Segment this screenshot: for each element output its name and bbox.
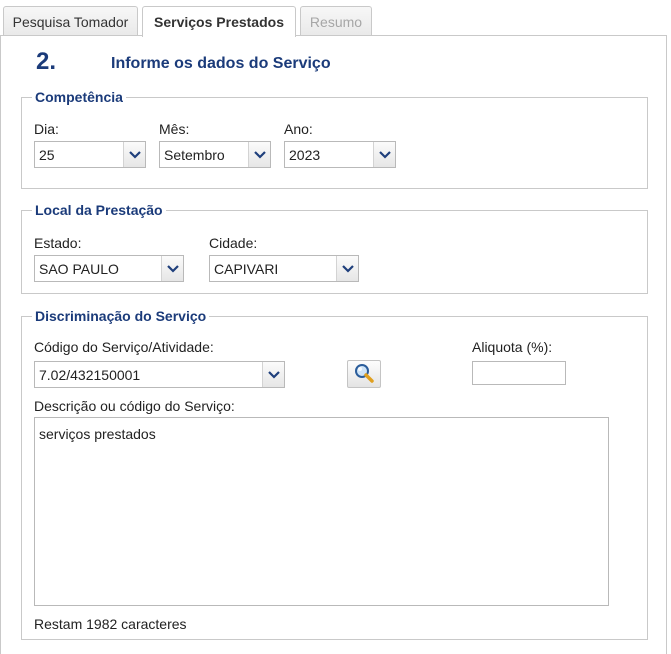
step-title: Informe os dados do Serviço	[111, 55, 331, 72]
cidade-value: CAPIVARI	[214, 261, 279, 277]
codigo-servico-label: Código do Serviço/Atividade:	[34, 339, 214, 355]
estado-value: SAO PAULO	[39, 261, 119, 277]
estado-label: Estado:	[34, 235, 82, 251]
fieldset-competencia: Competência	[21, 89, 648, 189]
chevron-down-icon[interactable]	[262, 362, 284, 387]
estado-select[interactable]: SAO PAULO	[34, 255, 184, 282]
aliquota-input[interactable]	[472, 361, 566, 385]
search-codigo-button[interactable]	[347, 360, 381, 388]
mes-select[interactable]: Setembro	[159, 141, 271, 168]
legend-local-prestacao: Local da Prestação	[35, 202, 163, 218]
dia-label: Dia:	[34, 121, 59, 137]
dia-value: 25	[39, 147, 55, 163]
tab-resumo: Resumo	[300, 6, 372, 36]
ano-value: 2023	[289, 147, 321, 163]
legend-discriminacao: Discriminação do Serviço	[35, 308, 207, 324]
dia-select[interactable]: 25	[34, 141, 146, 168]
descricao-label: Descrição ou código do Serviço:	[34, 398, 235, 414]
aliquota-label: Aliquota (%):	[472, 339, 553, 355]
char-counter: Restam 1982 caracteres	[34, 616, 187, 632]
chevron-down-icon[interactable]	[161, 256, 183, 281]
chevron-down-icon[interactable]	[336, 256, 358, 281]
cidade-label: Cidade:	[209, 235, 258, 251]
cidade-select[interactable]: CAPIVARI	[209, 255, 359, 282]
chevron-down-icon[interactable]	[123, 142, 145, 167]
magnifier-icon	[353, 363, 375, 386]
descricao-textarea[interactable]: serviços prestados	[34, 417, 609, 606]
tab-servicos-prestados[interactable]: Serviços Prestados	[142, 6, 296, 37]
mes-value: Setembro	[164, 147, 225, 163]
mes-label: Mês:	[159, 121, 190, 137]
legend-competencia: Competência	[35, 89, 123, 105]
codigo-servico-value: 7.02/432150001	[39, 367, 141, 383]
chevron-down-icon[interactable]	[248, 142, 270, 167]
step-number: 2.	[36, 48, 57, 75]
ano-label: Ano:	[284, 121, 313, 137]
ano-select[interactable]: 2023	[284, 141, 396, 168]
chevron-down-icon[interactable]	[373, 142, 395, 167]
codigo-servico-select[interactable]: 7.02/432150001	[34, 361, 285, 388]
tab-bar: Pesquisa Tomador Serviços Prestados Resu…	[0, 0, 671, 37]
tab-pesquisa-tomador[interactable]: Pesquisa Tomador	[3, 6, 138, 36]
